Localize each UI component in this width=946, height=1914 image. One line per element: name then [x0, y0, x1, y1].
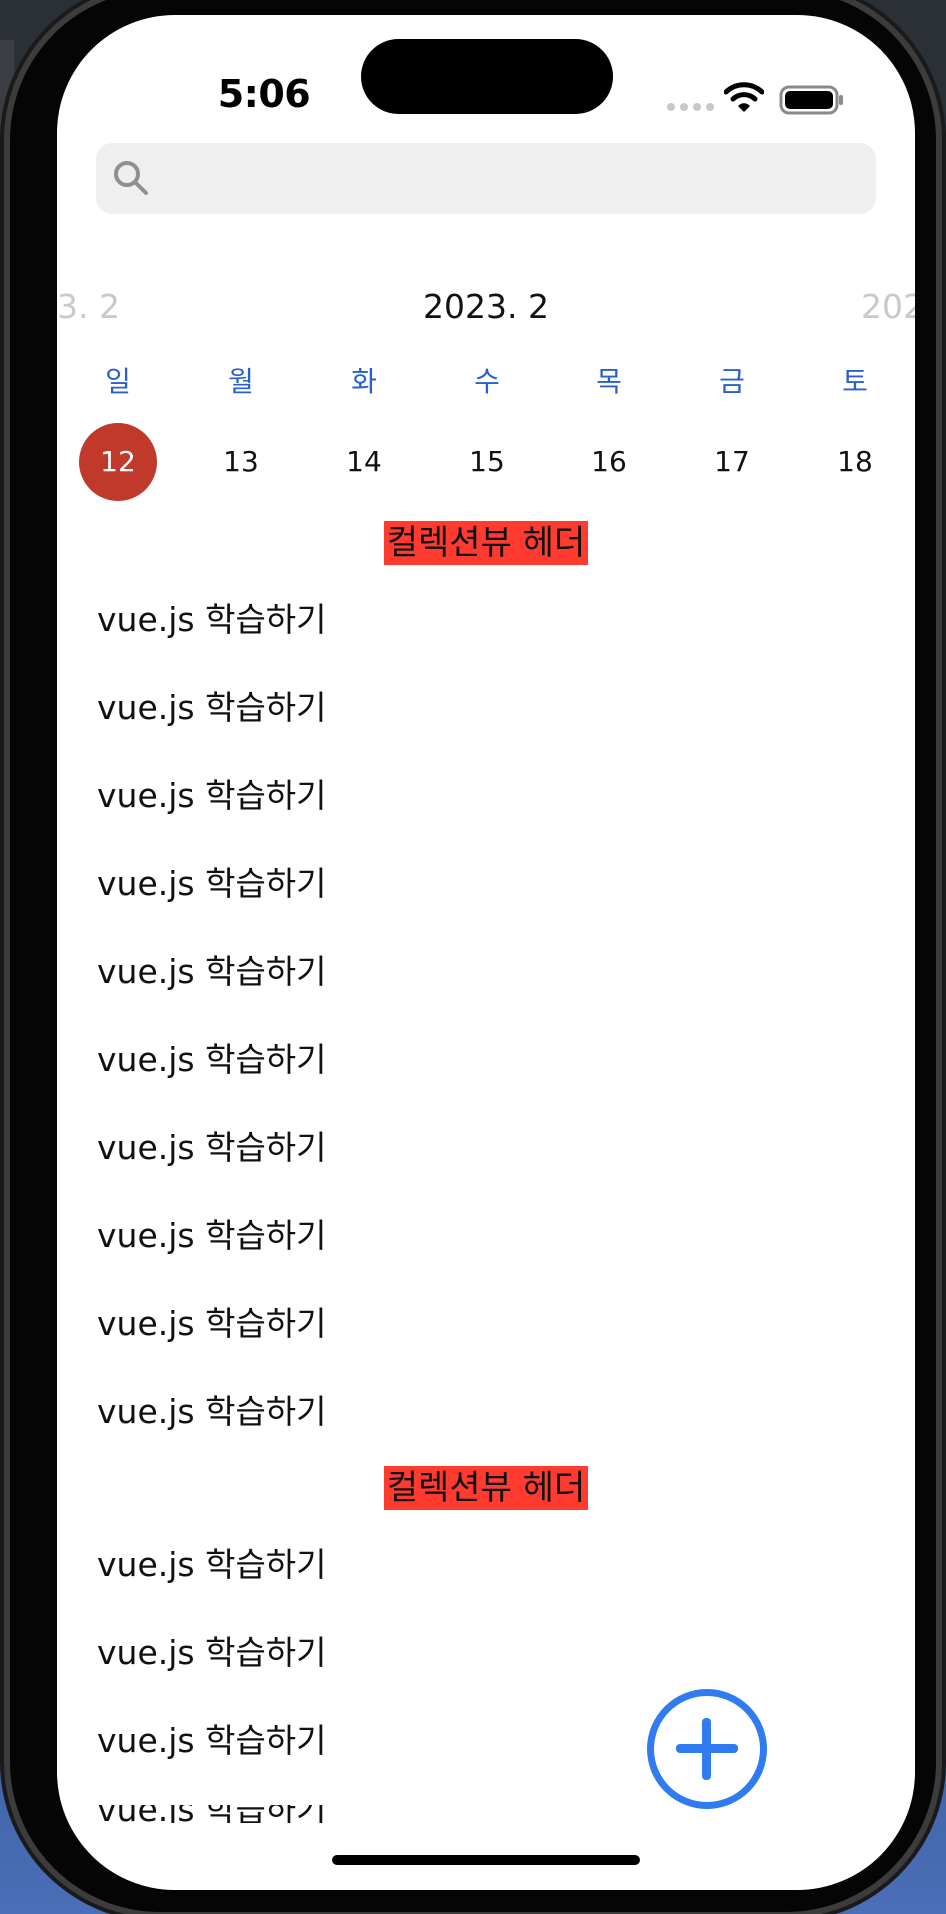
- date-cell[interactable]: 17: [693, 423, 771, 501]
- weekday-monday: 월: [228, 365, 254, 398]
- weekday-thursday: 목: [596, 365, 622, 398]
- list-item[interactable]: vue.js 학습하기: [97, 945, 327, 993]
- collection-section-header: 컬렉션뷰 헤더: [57, 1466, 915, 1510]
- add-button[interactable]: [647, 1689, 767, 1809]
- weekday-saturday: 토: [842, 365, 868, 398]
- current-month-label: 2023. 2: [423, 287, 549, 326]
- app-screen: 5:06 3. 2 2023. 2 202 일 월 화 수 목 금 토 12 1…: [57, 15, 915, 1890]
- list-item[interactable]: vue.js 학습하기: [97, 1538, 327, 1586]
- search-input[interactable]: [162, 143, 866, 216]
- list-item[interactable]: vue.js 학습하기: [97, 593, 327, 641]
- search-icon: [114, 161, 148, 195]
- home-indicator: [332, 1855, 640, 1865]
- list-item[interactable]: vue.js 학습하기: [97, 857, 327, 905]
- weekday-friday: 금: [719, 365, 745, 398]
- date-cell[interactable]: 15: [448, 423, 526, 501]
- collection-section-header: 컬렉션뷰 헤더: [57, 521, 915, 565]
- list-item-partial[interactable]: vue.js 학습하기: [97, 1805, 497, 1823]
- date-cell[interactable]: 16: [570, 423, 648, 501]
- date-cell[interactable]: 14: [325, 423, 403, 501]
- list-item[interactable]: vue.js 학습하기: [97, 1033, 327, 1081]
- week-date-row: 12 13 14 15 16 17 18: [57, 423, 915, 501]
- wifi-icon: [724, 82, 764, 112]
- date-cell-selected[interactable]: 12: [79, 423, 157, 501]
- list-item[interactable]: vue.js 학습하기: [97, 1121, 327, 1169]
- list-item[interactable]: vue.js 학습하기: [97, 681, 327, 729]
- list-item[interactable]: vue.js 학습하기: [97, 1385, 327, 1433]
- list-item[interactable]: vue.js 학습하기: [97, 1297, 327, 1345]
- list-item-label: vue.js 학습하기: [97, 1805, 327, 1823]
- date-cell[interactable]: 13: [202, 423, 280, 501]
- weekday-header-row: 일 월 화 수 목 금 토: [57, 360, 915, 400]
- section-header-label: 컬렉션뷰 헤더: [383, 1466, 589, 1510]
- weekday-tuesday: 화: [351, 365, 377, 398]
- list-item[interactable]: vue.js 학습하기: [97, 1626, 327, 1674]
- list-item[interactable]: vue.js 학습하기: [97, 769, 327, 817]
- weekday-sunday: 일: [105, 365, 131, 398]
- next-month-label[interactable]: 202: [861, 287, 915, 326]
- weekday-wednesday: 수: [474, 365, 500, 398]
- section-header-label: 컬렉션뷰 헤더: [383, 521, 589, 565]
- date-cell[interactable]: 18: [816, 423, 894, 501]
- list-item[interactable]: vue.js 학습하기: [97, 1209, 327, 1257]
- search-bar[interactable]: [96, 143, 876, 216]
- list-item[interactable]: vue.js 학습하기: [97, 1714, 327, 1762]
- phone-frame: 5:06 3. 2 2023. 2 202 일 월 화 수 목 금 토 12 1…: [10, 0, 936, 1912]
- cellular-signal-icon: [667, 103, 714, 111]
- status-time: 5:06: [217, 72, 311, 116]
- dynamic-island: [361, 39, 613, 114]
- battery-icon: [779, 85, 843, 115]
